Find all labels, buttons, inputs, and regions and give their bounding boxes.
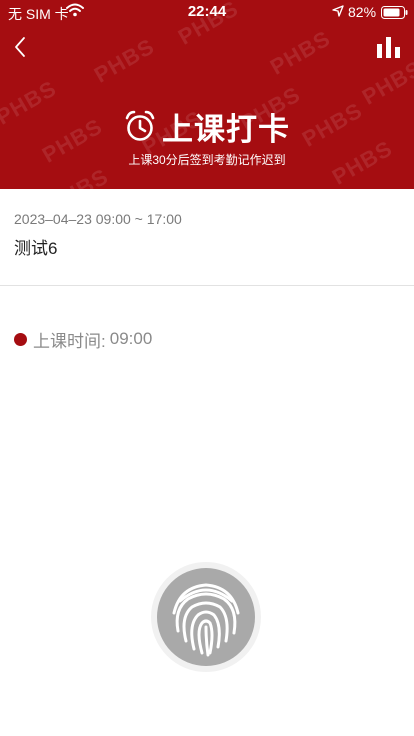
alarm-clock-icon [125, 110, 155, 141]
watermark: PHBS [357, 55, 414, 110]
late-rule-subtitle: 上课30分后签到考勤记作迟到 [128, 153, 286, 167]
battery-icon [381, 6, 408, 19]
battery-percent: 82% [348, 4, 377, 20]
session-info: 2023–04–23 09:00 ~ 17:00 测试6 [0, 189, 414, 286]
header: PHBS PHBS PHBS PHBS PHBS PHBS PHBS PHBS … [0, 0, 414, 189]
watermark: PHBS [265, 25, 335, 80]
bar-chart-icon[interactable] [376, 36, 402, 58]
watermark: PHBS [89, 33, 159, 88]
status-dot [14, 332, 27, 346]
class-time-row: 上课时间: 09:00 [14, 327, 152, 351]
checkin-screen: PHBS PHBS PHBS PHBS PHBS PHBS PHBS PHBS … [0, 0, 414, 736]
class-time-label: 上课时间: [33, 331, 106, 351]
fingerprint-icon[interactable] [150, 561, 262, 673]
title-row: 上课打卡 [0, 104, 414, 148]
session-datetime: 2023–04–23 09:00 ~ 17:00 [14, 211, 182, 227]
class-time-value: 09:00 [109, 329, 153, 348]
location-arrow-icon [332, 5, 344, 17]
status-bar: 无 SIM 卡 22:44 82% [0, 0, 414, 24]
back-chevron-icon[interactable] [10, 34, 34, 60]
page-title: 上课打卡 [162, 111, 290, 147]
session-name: 测试6 [14, 239, 58, 258]
